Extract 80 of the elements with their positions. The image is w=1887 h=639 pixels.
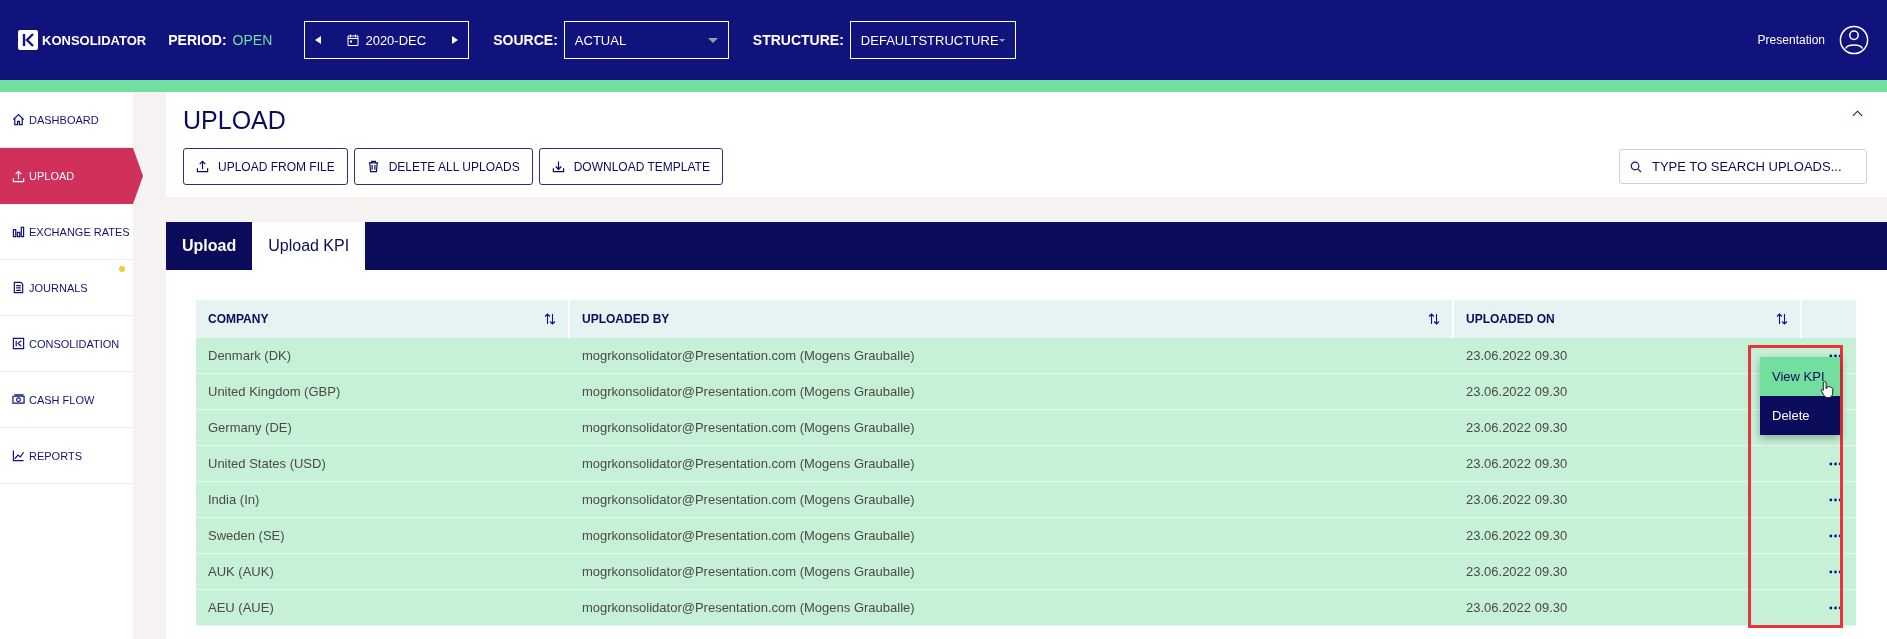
toolbar-button[interactable]: UPLOAD FROM FILE — [183, 148, 348, 185]
upload-icon — [12, 169, 25, 183]
sidebar-item[interactable]: REPORTS — [0, 428, 133, 484]
more-icon[interactable] — [1829, 605, 1842, 610]
logo-icon — [18, 30, 38, 50]
table-cell: 23.06.2022 09.30 — [1466, 456, 1568, 471]
k-logo-icon — [12, 337, 25, 350]
period-value: 2020-DEC — [365, 32, 427, 48]
table-cell: mogrkonsolidator@Presentation.com (Mogens Grauballe) — [582, 384, 915, 399]
bar-chart-icon — [12, 225, 25, 238]
column-header[interactable]: UPLOADED ON — [1454, 300, 1802, 338]
table-cell: Sweden (SE) — [208, 528, 285, 543]
table-cell: 23.06.2022 09.30 — [1466, 384, 1568, 399]
column-header[interactable]: COMPANY — [196, 300, 570, 338]
upload-icon — [196, 160, 209, 173]
table-cell: AEU (AUE) — [208, 600, 274, 615]
home-icon — [12, 113, 25, 126]
user-name: Presentation — [1757, 33, 1825, 47]
structure-label: STRUCTURE: — [752, 32, 844, 48]
sidebar-item[interactable]: CONSOLIDATION — [0, 316, 133, 372]
column-header[interactable]: UPLOADED BY — [570, 300, 1454, 338]
download-icon — [551, 160, 565, 173]
more-icon[interactable] — [1829, 533, 1842, 538]
next-icon[interactable] — [452, 36, 459, 44]
source-label: SOURCE: — [493, 32, 558, 48]
table-cell: United Kingdom (GBP) — [208, 384, 341, 399]
table-cell: United States (USD) — [208, 456, 326, 471]
sort-icon[interactable] — [544, 313, 556, 325]
more-icon[interactable] — [1829, 569, 1842, 574]
table-cell: 23.06.2022 09.30 — [1466, 492, 1568, 507]
table-cell: 23.06.2022 09.30 — [1466, 420, 1568, 435]
hand-cursor-icon — [1820, 380, 1835, 399]
menu-item[interactable]: Delete — [1760, 396, 1840, 435]
tab[interactable]: Upload KPI — [252, 222, 366, 270]
collapse-icon[interactable] — [1852, 110, 1863, 117]
search-icon — [1630, 161, 1642, 173]
toolbar-button[interactable]: DELETE ALL UPLOADS — [353, 148, 533, 185]
table-cell: 23.06.2022 09.30 — [1466, 600, 1568, 615]
search-field[interactable]: TYPE TO SEARCH UPLOADS... — [1619, 149, 1867, 184]
document-icon — [12, 281, 25, 294]
user-avatar-icon[interactable] — [1839, 25, 1869, 55]
trash-icon — [366, 160, 380, 173]
sort-icon[interactable] — [1428, 313, 1440, 325]
table-cell: 23.06.2022 09.30 — [1466, 528, 1568, 543]
sidebar-item[interactable]: EXCHANGE RATES — [0, 204, 133, 260]
caret-icon — [707, 37, 718, 43]
calendar-icon — [347, 34, 360, 46]
table-cell: Denmark (DK) — [208, 348, 292, 363]
period-status: OPEN — [232, 32, 273, 48]
toolbar-button[interactable]: DOWNLOAD TEMPLATE — [538, 148, 723, 185]
more-icon[interactable] — [1829, 497, 1842, 502]
app-logo-text: KONSOLIDATOR — [42, 32, 147, 48]
table-cell: India (In) — [208, 492, 260, 507]
table-cell: mogrkonsolidator@Presentation.com (Mogens Grauballe) — [582, 600, 915, 615]
table-cell: mogrkonsolidator@Presentation.com (Mogens Grauballe) — [582, 420, 915, 435]
table-cell: 23.06.2022 09.30 — [1466, 348, 1568, 363]
table-cell: mogrkonsolidator@Presentation.com (Mogens Grauballe) — [582, 564, 915, 579]
line-chart-icon — [12, 449, 25, 462]
menu-item[interactable]: View KPI — [1760, 357, 1840, 396]
more-icon[interactable] — [1829, 353, 1842, 358]
banknote-icon — [12, 393, 25, 406]
period-label: PERIOD: — [168, 32, 227, 48]
table-cell: Germany (DE) — [208, 420, 292, 435]
structure-dropdown[interactable]: DEFAULTSTRUCTURE — [849, 21, 1016, 59]
table-cell: mogrkonsolidator@Presentation.com (Mogens Grauballe) — [582, 528, 915, 543]
sort-icon[interactable] — [1776, 313, 1788, 325]
caret-icon — [998, 37, 1005, 43]
previous-icon[interactable] — [315, 36, 322, 44]
sidebar-item[interactable]: CASH FLOW — [0, 372, 133, 428]
period-picker[interactable]: 2020-DEC — [304, 21, 470, 59]
table-cell: mogrkonsolidator@Presentation.com (Mogens Grauballe) — [582, 348, 915, 363]
page-title: UPLOAD — [183, 106, 286, 136]
table-cell: mogrkonsolidator@Presentation.com (Mogens Grauballe) — [582, 456, 915, 471]
source-dropdown[interactable]: ACTUAL — [563, 21, 729, 59]
table-cell: AUK (AUK) — [208, 564, 274, 579]
table-cell: 23.06.2022 09.30 — [1466, 564, 1568, 579]
more-icon[interactable] — [1829, 461, 1842, 466]
sidebar-item[interactable]: JOURNALS — [0, 260, 133, 316]
table-cell: mogrkonsolidator@Presentation.com (Mogens Grauballe) — [582, 492, 915, 507]
sidebar-item[interactable]: UPLOAD — [0, 148, 143, 204]
